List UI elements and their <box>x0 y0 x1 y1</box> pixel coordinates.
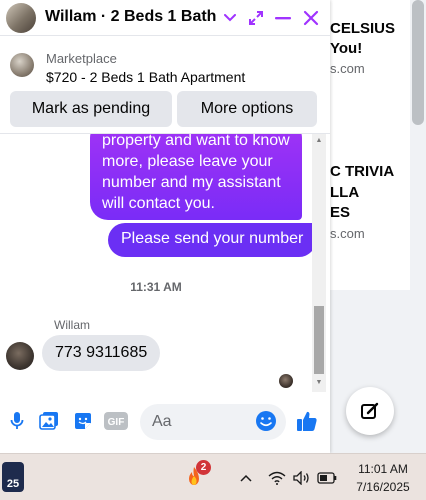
gif-label: GIF <box>108 417 125 428</box>
listing-source: Marketplace <box>46 51 117 66</box>
gif-icon[interactable]: GIF <box>104 410 128 432</box>
listing-title[interactable]: $720 - 2 Beds 1 Bath Apartment <box>46 69 245 85</box>
feed-item-source: s.com <box>330 226 365 241</box>
sender-name: Willam <box>54 318 90 332</box>
feed-item-source: s.com <box>330 61 365 76</box>
expand-icon[interactable] <box>244 6 268 30</box>
battery-icon[interactable] <box>317 468 337 488</box>
volume-icon[interactable] <box>292 468 312 488</box>
incoming-message[interactable]: 773 9311685 <box>42 335 161 371</box>
feed-item-title-line[interactable]: You! <box>330 38 362 60</box>
app-badge-number: 25 <box>6 478 20 490</box>
mark-as-pending-button[interactable]: Mark as pending <box>10 91 172 127</box>
feed-item-title-line[interactable]: LLA <box>330 182 359 204</box>
chevron-down-icon[interactable] <box>218 6 242 30</box>
minimize-icon[interactable] <box>271 6 295 30</box>
chevron-up-icon[interactable] <box>236 468 256 488</box>
feed-item-title-line[interactable]: CELSIUS <box>330 18 395 40</box>
sticker-icon[interactable] <box>72 410 94 432</box>
message-list: property and want to know more, please l… <box>0 134 312 392</box>
microphone-icon[interactable] <box>6 410 28 432</box>
chat-scrollbar-thumb[interactable] <box>314 306 324 374</box>
marketplace-listing-banner[interactable]: Marketplace $720 - 2 Beds 1 Bath Apartme… <box>0 42 330 88</box>
listing-thumbnail[interactable] <box>10 53 34 77</box>
feed-item-title-line[interactable]: C TRIVIA <box>330 161 394 183</box>
avatar[interactable] <box>6 342 34 370</box>
scroll-down-arrow-icon[interactable]: ▼ <box>314 378 324 388</box>
chat-header[interactable]: Willam · 2 Beds 1 Bath ... <box>0 0 330 36</box>
chat-title[interactable]: Willam · 2 Beds 1 Bath ... <box>45 8 217 26</box>
photo-icon[interactable] <box>38 410 60 432</box>
scroll-up-arrow-icon[interactable]: ▲ <box>314 136 324 146</box>
thumbs-up-icon[interactable] <box>296 410 318 432</box>
taskbar: 25 2 11:01 AM 7/16/2025 <box>0 453 426 500</box>
compose-icon <box>361 402 379 419</box>
clock-time[interactable]: 11:01 AM <box>348 462 418 476</box>
notification-count-badge: 2 <box>196 460 211 475</box>
feed-item-title-line[interactable]: ES <box>330 202 350 224</box>
emoji-icon[interactable] <box>255 410 277 432</box>
chat-window: Willam · 2 Beds 1 Bath ... Marketplace $… <box>0 0 330 453</box>
message-timestamp: 11:31 AM <box>130 280 182 294</box>
page-scrollbar-thumb[interactable] <box>412 0 424 125</box>
clock-date[interactable]: 7/16/2025 <box>348 480 418 494</box>
more-options-button[interactable]: More options <box>177 91 317 127</box>
close-icon[interactable] <box>299 6 323 30</box>
taskbar-app-icon[interactable]: 25 <box>2 462 24 492</box>
outgoing-message[interactable]: property and want to know more, please l… <box>90 134 302 220</box>
message-composer: GIF <box>0 398 330 448</box>
avatar[interactable] <box>6 3 36 33</box>
new-message-button[interactable] <box>346 387 394 435</box>
wifi-icon[interactable] <box>267 468 287 488</box>
seen-indicator-avatar <box>279 374 293 388</box>
outgoing-message[interactable]: Please send your number <box>108 223 312 257</box>
